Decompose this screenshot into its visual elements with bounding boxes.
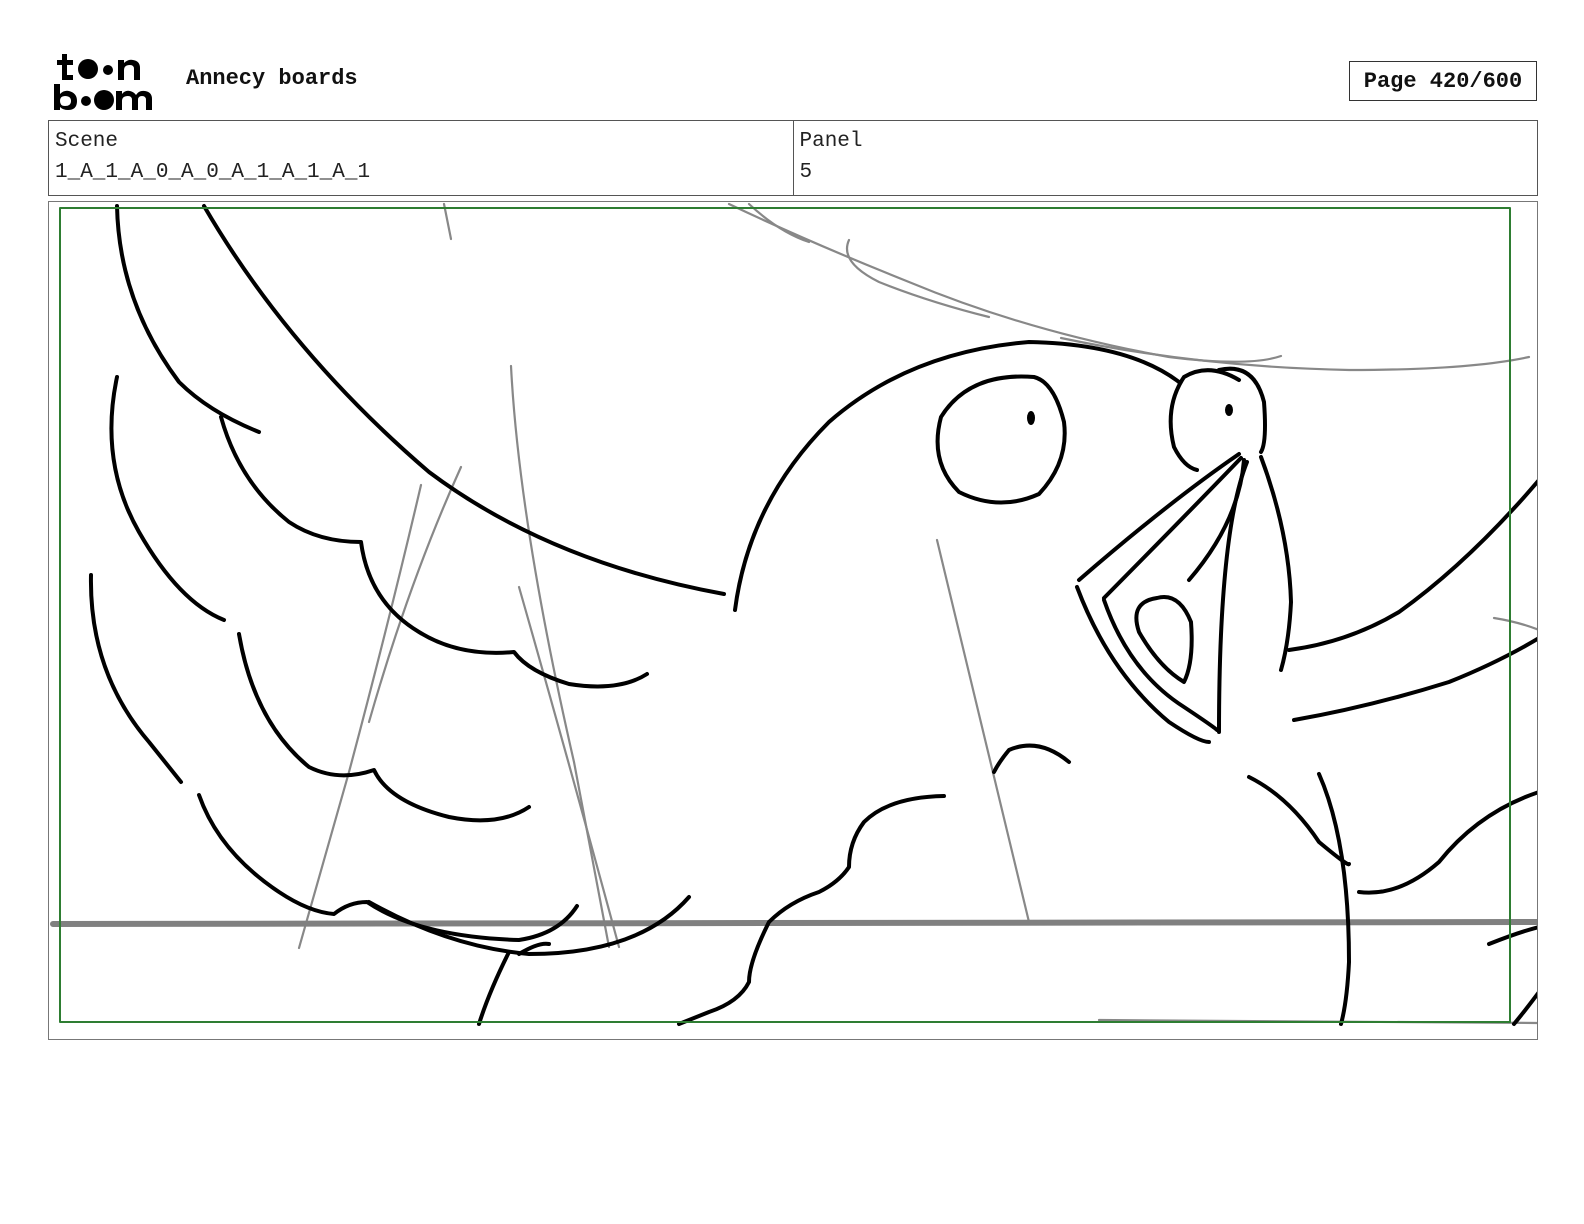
panel-sketch — [50, 202, 1537, 1026]
scene-cell: Scene 1_A_1_A_0_A_0_A_1_A_1_A_1 — [49, 121, 793, 195]
project-title: Annecy boards — [186, 66, 358, 91]
panel-value: 5 — [799, 161, 813, 184]
scene-value: 1_A_1_A_0_A_0_A_1_A_1_A_1 — [55, 161, 371, 184]
panel-label: Panel — [799, 130, 863, 153]
scene-label: Scene — [55, 130, 119, 153]
toon-boom-logo — [54, 54, 152, 110]
scene-panel-info: Scene 1_A_1_A_0_A_0_A_1_A_1_A_1 Panel 5 — [48, 120, 1538, 196]
bird-sketch — [88, 204, 1537, 1026]
guide-lines — [297, 202, 1537, 1025]
panel-cell: Panel 5 — [792, 121, 1538, 195]
storyboard-panel — [48, 201, 1538, 1040]
page-indicator: Page 420/600 — [1349, 61, 1537, 101]
safe-frame — [59, 207, 1511, 1023]
ground-line — [50, 919, 1537, 927]
